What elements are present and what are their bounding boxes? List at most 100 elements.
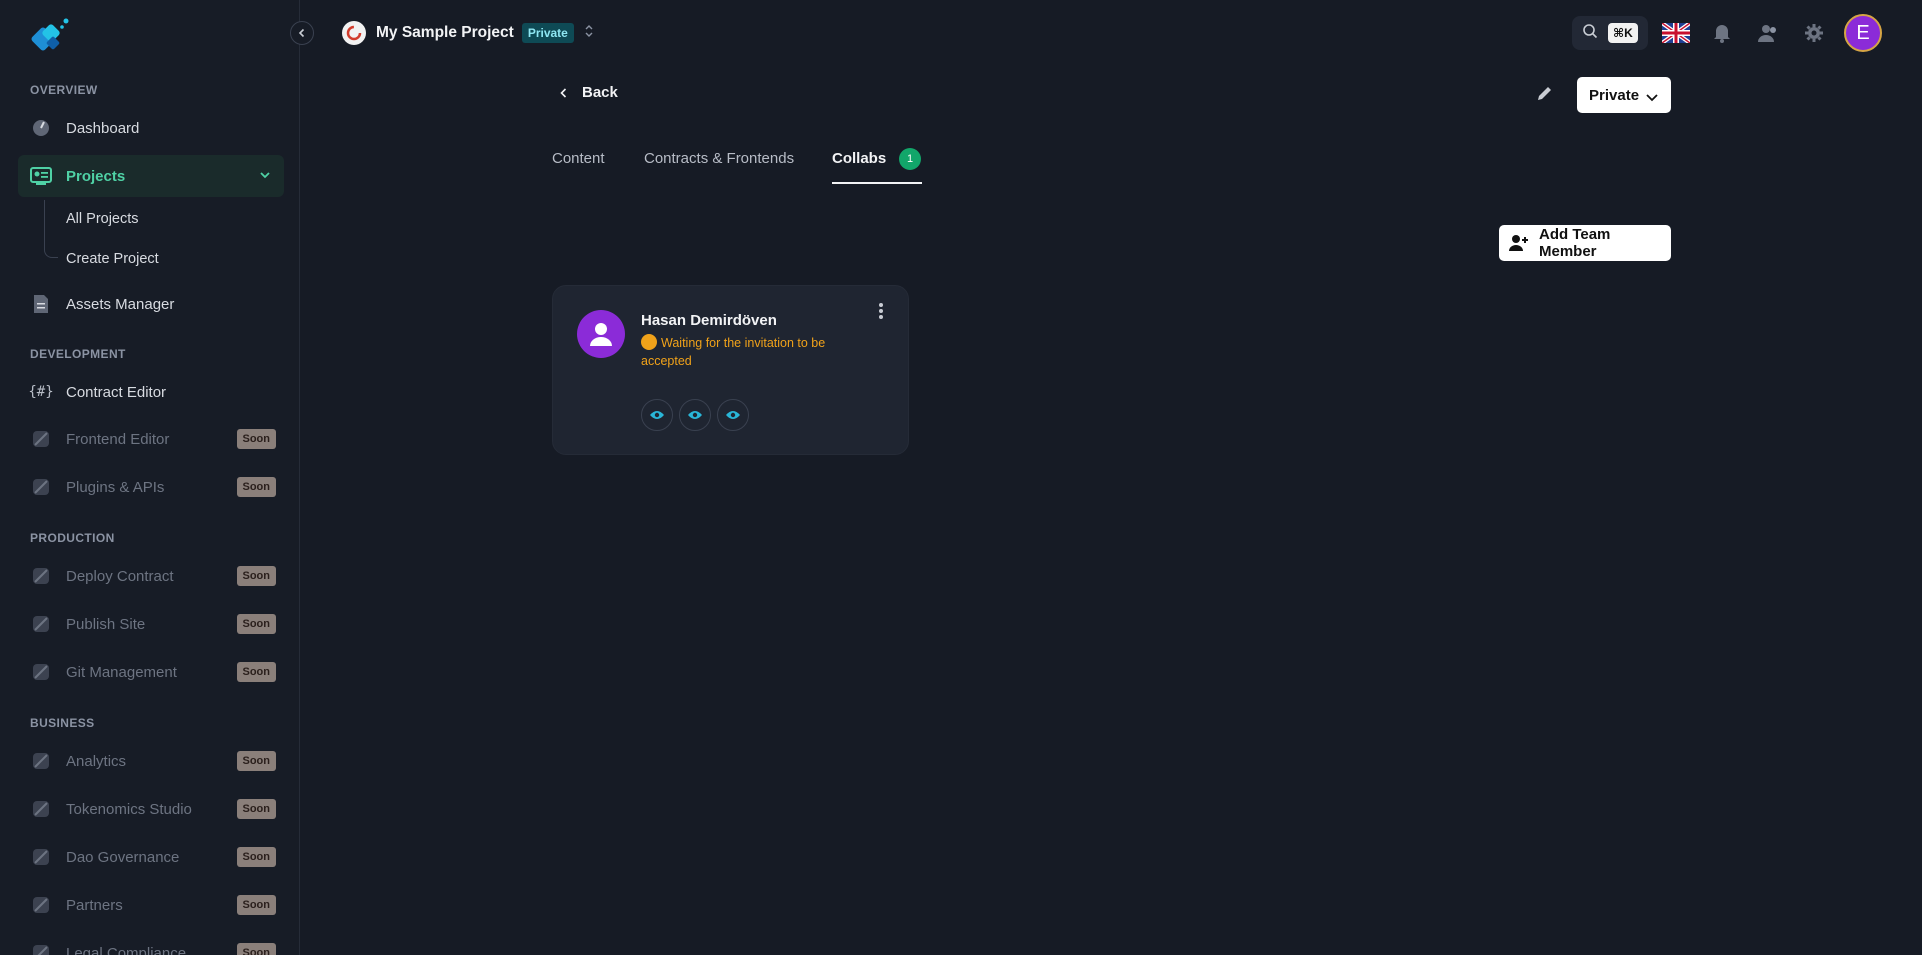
disabled-icon (30, 661, 52, 683)
add-team-member-button[interactable]: Add Team Member (1499, 225, 1671, 261)
soon-badge: Soon (236, 943, 276, 955)
section-label-business: BUSINESS (30, 716, 95, 730)
sidebar-item-label: Dao Governance (66, 848, 180, 866)
chevron-left-icon (560, 87, 567, 98)
soon-badge: Soon (236, 847, 276, 867)
chevron-updown-icon (584, 24, 594, 43)
sidebar-item-analytics[interactable]: Analytics Soon (18, 740, 284, 782)
chevron-left-icon (298, 28, 305, 38)
sidebar-item-deploy-contract[interactable]: Deploy Contract Soon (18, 555, 284, 597)
sidebar-item-frontend-editor[interactable]: Frontend Editor Soon (18, 418, 284, 460)
sidebar-item-dao-governance[interactable]: Dao Governance Soon (18, 836, 284, 878)
waiting-face-icon (641, 334, 657, 350)
disabled-icon (30, 798, 52, 820)
member-status-text: Waiting for the invitation to be accepte… (641, 336, 826, 368)
soon-badge: Soon (236, 799, 276, 819)
project-avatar-icon (342, 21, 366, 45)
soon-badge: Soon (236, 895, 276, 915)
sidebar-item-plugins-apis[interactable]: Plugins & APIs Soon (18, 466, 284, 508)
kebab-menu-icon[interactable] (878, 302, 884, 325)
tree-line (44, 200, 45, 248)
sidebar-item-projects[interactable]: Projects (18, 155, 284, 197)
sidebar-item-git-management[interactable]: Git Management Soon (18, 651, 284, 693)
soon-badge: Soon (236, 429, 276, 449)
search-button[interactable]: ⌘K (1572, 16, 1648, 50)
search-shortcut: ⌘K (1608, 23, 1638, 43)
member-status: Waiting for the invitation to be accepte… (641, 334, 871, 370)
tab-collabs[interactable]: Collabs (832, 150, 886, 167)
project-switcher[interactable]: My Sample Project Private (342, 20, 594, 46)
visibility-select[interactable]: Private (1577, 77, 1671, 113)
file-icon (30, 293, 52, 315)
project-name: My Sample Project (376, 24, 514, 41)
gauge-icon (30, 117, 52, 139)
sidebar-item-label: Tokenomics Studio (66, 800, 192, 818)
app-logo-icon[interactable] (28, 16, 72, 60)
uk-flag-icon[interactable] (1662, 19, 1690, 47)
sidebar-item-contract-editor[interactable]: {#} Contract Editor (18, 371, 284, 413)
sidebar-item-label: Assets Manager (66, 295, 175, 313)
pencil-icon[interactable] (1536, 84, 1554, 107)
sidebar-item-label: Dashboard (66, 119, 140, 137)
back-label: Back (582, 84, 618, 101)
sidebar-item-dashboard[interactable]: Dashboard (18, 107, 284, 149)
back-button[interactable]: Back (558, 84, 618, 101)
member-avatar (577, 310, 625, 358)
sidebar-item-label: Partners (66, 896, 123, 914)
soon-badge: Soon (236, 662, 276, 682)
team-icon[interactable] (1754, 19, 1782, 47)
sidebar-item-label: Publish Site (66, 615, 146, 633)
sidebar-item-assets-manager[interactable]: Assets Manager (18, 283, 284, 325)
sidebar-item-partners[interactable]: Partners Soon (18, 884, 284, 926)
disabled-icon (30, 942, 52, 955)
chevron-down-icon (258, 168, 272, 186)
tab-content[interactable]: Content (552, 150, 605, 167)
sidebar-item-label: Legal Compliance (66, 944, 187, 955)
project-visibility-badge: Private (521, 23, 574, 43)
search-icon (1582, 23, 1598, 44)
disabled-icon (30, 565, 52, 587)
section-label-production: PRODUCTION (30, 531, 115, 545)
section-label-overview: OVERVIEW (30, 83, 98, 97)
tab-contracts-frontends[interactable]: Contracts & Frontends (644, 150, 794, 167)
sidebar-item-label: Deploy Contract (66, 567, 174, 585)
bell-icon[interactable] (1708, 19, 1736, 47)
code-braces-icon: {#} (28, 384, 54, 400)
eye-icon[interactable] (641, 399, 673, 431)
user-icon (590, 323, 612, 346)
sidebar-item-label: Plugins & APIs (66, 478, 165, 496)
member-name: Hasan Demirdöven (641, 312, 777, 329)
disabled-icon (30, 613, 52, 635)
soon-badge: Soon (236, 751, 276, 771)
sidebar-item-tokenomics-studio[interactable]: Tokenomics Studio Soon (18, 788, 284, 830)
collabs-count-badge: 1 (899, 148, 921, 170)
active-tab-indicator (832, 182, 922, 184)
disabled-icon (30, 750, 52, 772)
member-permissions (641, 399, 755, 431)
sidebar-item-label: Contract Editor (66, 383, 167, 401)
sidebar-item-label: Frontend Editor (66, 430, 170, 448)
eye-icon[interactable] (679, 399, 711, 431)
sidebar-item-publish-site[interactable]: Publish Site Soon (18, 603, 284, 645)
sidebar-item-label: Git Management (66, 663, 177, 681)
eye-icon[interactable] (717, 399, 749, 431)
sidebar-collapse-button[interactable] (290, 21, 314, 45)
disabled-icon (30, 476, 52, 498)
disabled-icon (30, 846, 52, 868)
user-avatar[interactable]: E (1844, 14, 1882, 52)
sidebar-item-label: Projects (66, 167, 126, 185)
add-user-icon (1509, 234, 1529, 252)
sidebar-subitem-create-project[interactable]: Create Project (66, 251, 159, 267)
sidebar-item-label: Analytics (66, 752, 127, 770)
gear-icon[interactable] (1800, 19, 1828, 47)
member-card: Hasan Demirdöven Waiting for the invitat… (552, 285, 909, 455)
topbar-actions: ⌘K E (1572, 14, 1882, 52)
visibility-select-value: Private (1589, 86, 1640, 104)
sidebar-subitem-all-projects[interactable]: All Projects (66, 211, 139, 227)
sidebar: OVERVIEW Dashboard Projects All Projects… (0, 0, 300, 955)
tree-curve (44, 248, 58, 258)
sidebar-item-legal-compliance[interactable]: Legal Compliance Soon (18, 932, 284, 955)
disabled-icon (30, 428, 52, 450)
soon-badge: Soon (236, 614, 276, 634)
chevron-down-icon (1645, 90, 1659, 107)
